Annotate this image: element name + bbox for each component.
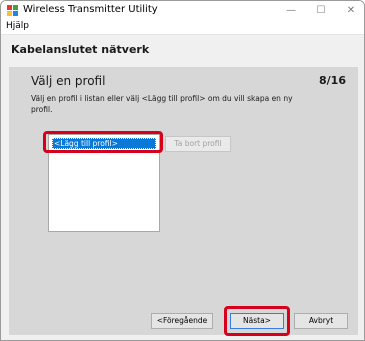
section-header: Kabelanslutet nätverk	[1, 35, 364, 61]
menu-bar: Hjälp	[1, 20, 364, 35]
cancel-button[interactable]: Avbryt	[294, 313, 348, 329]
app-logo-icon	[7, 5, 18, 16]
highlight-frame-next	[224, 306, 290, 336]
minimize-button[interactable]: —	[276, 1, 306, 20]
app-window: Wireless Transmitter Utility — ☐ ✕ Hjälp…	[0, 0, 365, 341]
close-button[interactable]: ✕	[336, 1, 364, 20]
section-title: Kabelanslutet nätverk	[11, 43, 150, 56]
step-title: Välj en profil	[31, 74, 106, 88]
remove-profile-button[interactable]: Ta bort profil	[165, 136, 231, 152]
highlight-frame-profile	[43, 131, 163, 153]
maximize-button[interactable]: ☐	[306, 1, 336, 20]
window-title: Wireless Transmitter Utility	[23, 4, 158, 15]
menu-help[interactable]: Hjälp	[6, 21, 29, 31]
back-button[interactable]: <Föregående	[151, 313, 213, 329]
step-counter: 8/16	[319, 74, 346, 87]
title-bar[interactable]: Wireless Transmitter Utility — ☐ ✕	[1, 1, 364, 20]
instruction-text: Välj en profil i listan eller välj <Lägg…	[31, 94, 293, 114]
